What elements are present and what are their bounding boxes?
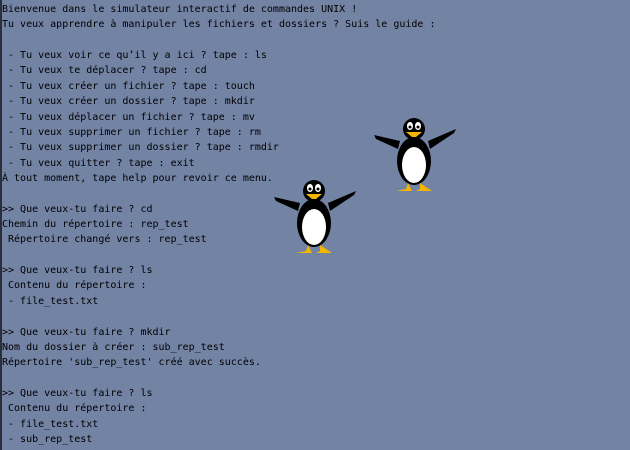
terminal-line: - Tu veux supprimer un dossier ? tape : … (2, 142, 279, 154)
terminal-line: >> Que veux-tu faire ? ls (2, 387, 153, 399)
terminal-line: Tu veux apprendre à manipuler les fichie… (2, 19, 436, 31)
penguin-icon (272, 175, 358, 259)
terminal-line: Chemin du répertoire : rep_test (2, 219, 189, 231)
terminal-output: Bienvenue dans le simulateur interactif … (2, 2, 435, 447)
terminal-line: À tout moment, tape help pour revoir ce … (2, 172, 273, 184)
terminal-line: Contenu du répertoire : (2, 403, 147, 415)
terminal-line: - Tu veux créer un dossier ? tape : mkdi… (2, 96, 255, 108)
terminal-line: - Tu veux déplacer un fichier ? tape : m… (2, 111, 255, 123)
terminal-line: - Tu veux supprimer un fichier ? tape : … (2, 126, 261, 138)
terminal-line: >> Que veux-tu faire ? ls (2, 265, 153, 277)
terminal-line: - Tu veux quitter ? tape : exit (2, 157, 195, 169)
terminal-line: Nom du dossier à créer : sub_rep_test (2, 341, 225, 353)
terminal-line: - file_test.txt (2, 295, 99, 307)
terminal-line: >> Que veux-tu faire ? cd (2, 203, 153, 215)
terminal-line: - Tu veux voir ce qu’il y a ici ? tape :… (2, 50, 267, 62)
terminal-line: - file_test.txt (2, 418, 99, 430)
terminal-line: >> Que veux-tu faire ? mkdir (2, 326, 171, 338)
terminal-line: - Tu veux te déplacer ? tape : cd (2, 65, 207, 77)
terminal-line: - sub_rep_test (2, 434, 93, 446)
terminal-line: Contenu du répertoire : (2, 280, 147, 292)
terminal-line: Bienvenue dans le simulateur interactif … (2, 4, 358, 15)
penguin-icon (372, 113, 458, 197)
terminal-line: Répertoire 'sub_rep_test' créé avec succ… (2, 357, 261, 369)
terminal-line: Répertoire changé vers : rep_test (2, 234, 207, 246)
terminal-line: - Tu veux créer un fichier ? tape : touc… (2, 80, 255, 92)
